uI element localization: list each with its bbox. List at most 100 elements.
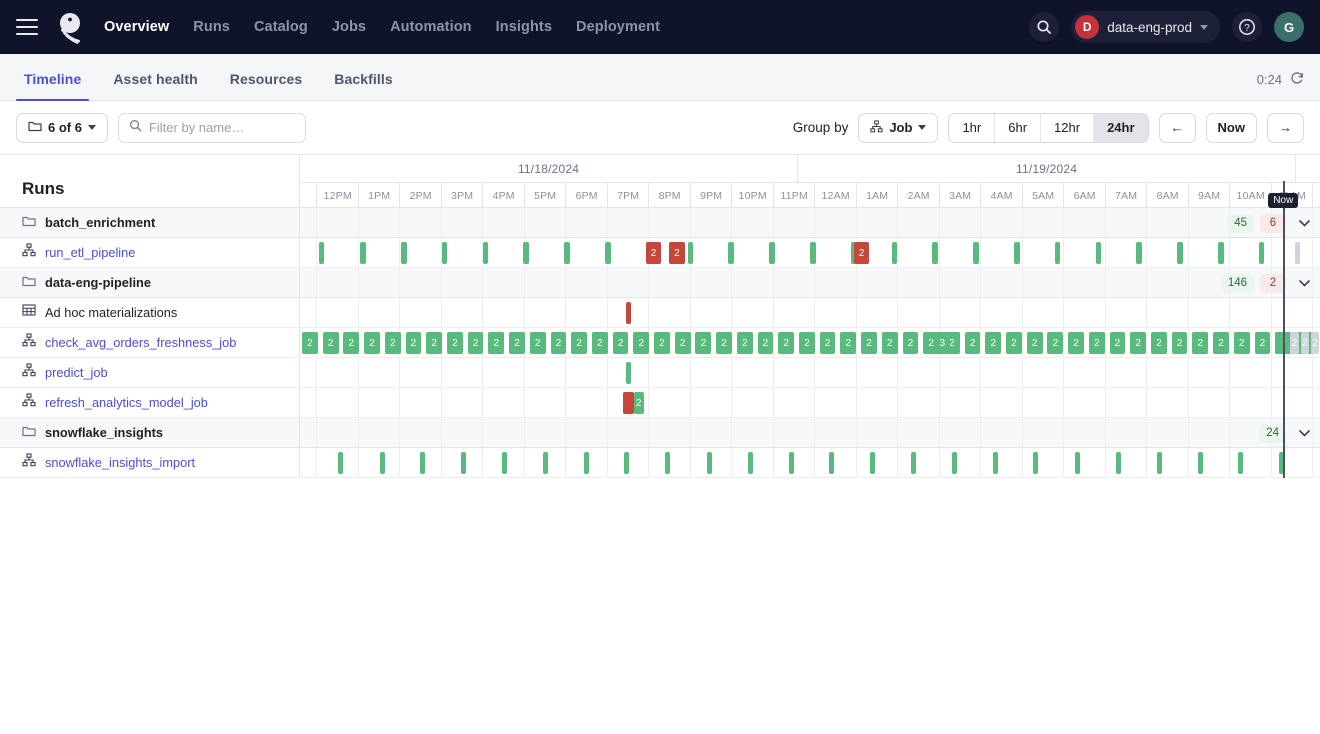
run-bar[interactable]: 2	[669, 242, 684, 264]
tab-timeline[interactable]: Timeline	[16, 71, 89, 100]
run-bar[interactable]	[829, 452, 834, 474]
run-bar[interactable]: 2	[551, 332, 567, 354]
run-bar[interactable]: 2	[1213, 332, 1229, 354]
run-bar[interactable]: 2	[882, 332, 898, 354]
timeline-row-track[interactable]: 24	[299, 418, 1320, 447]
run-bar[interactable]: 2	[716, 332, 732, 354]
now-button[interactable]: Now	[1206, 113, 1257, 143]
run-bar[interactable]	[665, 452, 670, 474]
run-bar[interactable]	[483, 242, 489, 264]
run-bar[interactable]	[442, 242, 448, 264]
timeline-row-name[interactable]: refresh_analytics_model_job	[45, 395, 208, 410]
run-bar[interactable]	[461, 452, 466, 474]
run-bar[interactable]: 2	[758, 332, 774, 354]
range-24hr[interactable]: 24hr	[1094, 114, 1147, 142]
chevron-down-icon[interactable]	[1299, 418, 1310, 448]
run-bar[interactable]	[1014, 242, 1020, 264]
run-bar[interactable]	[1259, 242, 1265, 264]
timeline-row-track[interactable]: 2	[299, 388, 1320, 417]
run-bar[interactable]	[748, 452, 753, 474]
run-bar[interactable]: 2	[820, 332, 836, 354]
run-bar[interactable]	[401, 242, 407, 264]
run-bar[interactable]	[1033, 452, 1038, 474]
run-bar[interactable]: 2	[530, 332, 546, 354]
timeline-row-name[interactable]: check_avg_orders_freshness_job	[45, 335, 236, 350]
range-6hr[interactable]: 6hr	[995, 114, 1041, 142]
run-bar[interactable]: 2	[1311, 332, 1319, 354]
run-bar[interactable]	[1116, 452, 1121, 474]
run-bar[interactable]: 2	[364, 332, 380, 354]
run-bar[interactable]	[870, 452, 875, 474]
run-bar[interactable]	[810, 242, 816, 264]
run-bar[interactable]	[728, 242, 734, 264]
range-1hr[interactable]: 1hr	[949, 114, 995, 142]
run-bar[interactable]: 2	[646, 242, 661, 264]
timeline-job-row[interactable]: Ad hoc materializations	[0, 298, 1320, 328]
run-bar[interactable]: 2	[1110, 332, 1126, 354]
search-icon[interactable]	[1029, 12, 1059, 42]
run-bar[interactable]: 2	[509, 332, 525, 354]
nav-link-catalog[interactable]: Catalog	[254, 19, 308, 35]
run-bar[interactable]	[502, 452, 507, 474]
timeline-job-row[interactable]: refresh_analytics_model_job 2	[0, 388, 1320, 418]
help-circle-icon[interactable]: ?	[1232, 12, 1262, 42]
run-bar[interactable]: 2	[1234, 332, 1250, 354]
run-bar[interactable]	[584, 452, 589, 474]
run-bar[interactable]	[1157, 452, 1162, 474]
run-bar[interactable]: 2	[965, 332, 981, 354]
run-bar[interactable]: 2	[737, 332, 753, 354]
run-bar[interactable]: 2	[654, 332, 670, 354]
run-bar[interactable]: 2	[1068, 332, 1084, 354]
run-bar[interactable]	[1238, 452, 1243, 474]
run-bar[interactable]: 2	[1151, 332, 1167, 354]
timeline-job-row[interactable]: run_etl_pipeline222	[0, 238, 1320, 268]
run-bar[interactable]	[973, 242, 979, 264]
run-bar[interactable]: 2	[1290, 332, 1298, 354]
run-bar[interactable]	[993, 452, 998, 474]
deployment-selector[interactable]: D data-eng-prod	[1071, 11, 1220, 43]
run-bar[interactable]	[1096, 242, 1102, 264]
timeline-row-track[interactable]	[299, 448, 1320, 477]
run-bar[interactable]: 2	[854, 242, 869, 264]
prev-page-button[interactable]: ←	[1159, 113, 1196, 143]
timeline-row-track[interactable]: 222	[299, 238, 1320, 267]
timeline-row-track[interactable]	[299, 358, 1320, 387]
run-bar[interactable]	[543, 452, 548, 474]
run-bar[interactable]	[769, 242, 775, 264]
run-bar[interactable]: 2	[468, 332, 484, 354]
timeline-job-row[interactable]: predict_job	[0, 358, 1320, 388]
timeline-row-name[interactable]: run_etl_pipeline	[45, 245, 135, 260]
run-bar[interactable]: 2	[571, 332, 587, 354]
code-location-filter-button[interactable]: 6 of 6	[16, 113, 108, 143]
run-bar[interactable]	[338, 452, 343, 474]
run-bar[interactable]	[892, 242, 898, 264]
run-bar[interactable]: 2	[385, 332, 401, 354]
timeline-row-track[interactable]	[299, 298, 1320, 327]
run-bar[interactable]	[626, 362, 631, 384]
chevron-down-icon[interactable]	[1299, 208, 1310, 238]
run-bar[interactable]	[1218, 242, 1224, 264]
run-bar[interactable]: 3	[934, 332, 950, 354]
run-bar[interactable]: 2	[840, 332, 856, 354]
run-bar[interactable]	[911, 452, 916, 474]
nav-link-overview[interactable]: Overview	[104, 19, 169, 35]
search-input[interactable]	[149, 120, 295, 135]
run-bar[interactable]: 2	[1301, 332, 1309, 354]
run-bar[interactable]	[623, 392, 633, 414]
run-bar[interactable]	[1295, 242, 1300, 264]
run-bar[interactable]	[1136, 242, 1142, 264]
tab-asset-health[interactable]: Asset health	[105, 71, 205, 100]
run-bar[interactable]	[626, 302, 631, 324]
run-bar[interactable]	[319, 242, 325, 264]
run-bar[interactable]	[605, 242, 611, 264]
timeline-row-track[interactable]: 1462	[299, 268, 1320, 297]
run-bar[interactable]: 2	[488, 332, 504, 354]
hamburger-icon[interactable]	[16, 19, 38, 35]
run-bar[interactable]: 2	[634, 392, 644, 414]
timeline-row-track[interactable]: 2222222222222222222222222222222222222222…	[299, 328, 1320, 357]
run-bar[interactable]: 2	[592, 332, 608, 354]
run-bar[interactable]	[1055, 242, 1061, 264]
avatar[interactable]: G	[1274, 12, 1304, 42]
timeline-group-row[interactable]: data-eng-pipeline1462	[0, 268, 1320, 298]
run-bar[interactable]: 2	[985, 332, 1001, 354]
